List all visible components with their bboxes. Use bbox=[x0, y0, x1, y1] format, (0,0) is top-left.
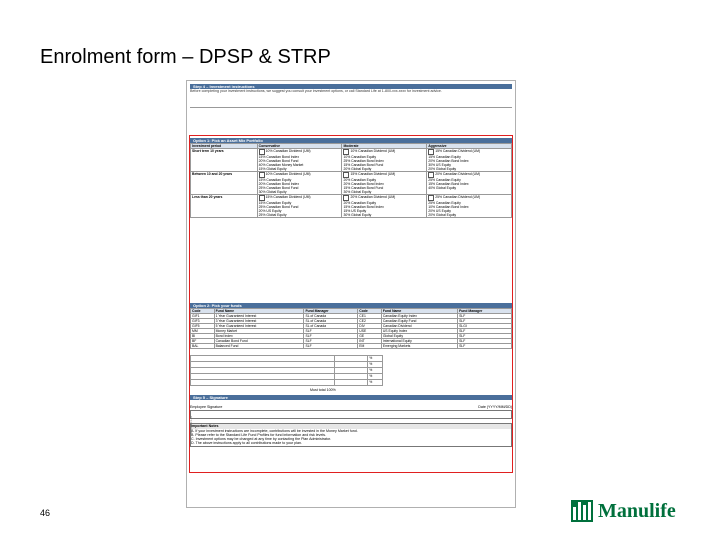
must-total-label: Must total 100% bbox=[310, 388, 336, 392]
manulife-logo: Manulife bbox=[571, 498, 689, 524]
fund-cell: SLF bbox=[303, 343, 359, 349]
option2-section: Option 2: Pick your funds Code Fund Name… bbox=[189, 303, 512, 392]
page-number: 46 bbox=[40, 508, 51, 518]
fund-cell: BAL bbox=[190, 343, 215, 349]
manulife-logo-icon bbox=[571, 500, 593, 522]
fund-row: BAL Balanced Fund SLF EM Emerging Markets SLF bbox=[190, 343, 512, 349]
portfolio-option-cell[interactable]: 20% Canadian Dividend (UM) 20% Canadian E… bbox=[341, 194, 428, 218]
allocation-line: 10% Canadian Dividend (UM) bbox=[265, 172, 311, 176]
asset-mix-table: Investment period Conservative Moderate … bbox=[190, 143, 512, 218]
allocation-line: 30% Global Equity bbox=[258, 190, 287, 194]
allocation-line: 15% Global Equity bbox=[258, 167, 287, 171]
note-d: D. The above instructions apply to all c… bbox=[191, 441, 303, 446]
option1-section: Option 1: Pick an Asset Mix Portfolio In… bbox=[190, 138, 512, 218]
portfolio-option-cell[interactable]: 10% Canadian Dividend (UM) 10% Canadian E… bbox=[341, 148, 428, 172]
portfolio-option-cell[interactable]: 25% Canadian Dividend (UM) 25% Canadian E… bbox=[426, 194, 512, 218]
step5-header: Step 5 – Signature bbox=[190, 395, 512, 400]
fund-cell: Emerging Markets bbox=[380, 343, 459, 349]
allocation-line: 10% Canadian Dividend (UM) bbox=[265, 149, 311, 153]
important-notes: Important Notes A. If your investment in… bbox=[190, 423, 512, 447]
period-label: Between 10 and 20 years bbox=[190, 171, 258, 195]
logo-text: Manulife bbox=[598, 499, 676, 522]
portfolio-option-cell[interactable]: 10% Canadian Dividend (UM) 15% Canadian B… bbox=[256, 148, 343, 172]
slide-title: Enrolment form – DPSP & STRP bbox=[40, 46, 331, 68]
fund-cell: Balanced Fund bbox=[213, 343, 305, 349]
fund-cell: EM bbox=[357, 343, 382, 349]
allocation-line: 20% Canadian Dividend (UM) bbox=[350, 195, 396, 199]
asset-mix-row: Less than 20 years 15% Canadian Dividend … bbox=[190, 194, 512, 218]
step4-blank-lines bbox=[190, 93, 512, 109]
portfolio-option-cell[interactable]: 15% Canadian Dividend (UM) 15% Canadian E… bbox=[256, 194, 343, 218]
allocation-line: 15% Canadian Dividend (UM) bbox=[265, 195, 311, 199]
fund-list-table: Code Fund Name Fund Manager Code Fund Na… bbox=[190, 308, 512, 349]
step4-section: Step 4 – Investment instructions Before … bbox=[190, 84, 512, 109]
period-label: Less than 20 years bbox=[190, 194, 258, 218]
portfolio-option-cell[interactable]: 15% Canadian Dividend (UM) 15% Canadian E… bbox=[426, 148, 512, 172]
allocation-line: 30% Global Equity bbox=[343, 190, 372, 194]
allocation-table: % % % % % bbox=[189, 355, 384, 386]
allocation-line: 25% Global Equity bbox=[258, 213, 287, 217]
enrolment-form-image: Step 4 – Investment instructions Before … bbox=[186, 80, 516, 508]
allocation-line: 15% Canadian Dividend (UM) bbox=[350, 172, 396, 176]
allocation-line: 20% Global Equity bbox=[428, 167, 457, 171]
allocation-line: 40% Global Equity bbox=[428, 186, 457, 190]
allocation-line: 25% Canadian Dividend (UM) bbox=[435, 195, 481, 199]
portfolio-option-cell[interactable]: 15% Canadian Dividend (UM) 20% Canadian E… bbox=[341, 171, 428, 195]
fund-cell: SLF bbox=[457, 343, 512, 349]
allocation-line: 15% Canadian Dividend (UM) bbox=[435, 149, 481, 153]
employee-signature-label: Employee Signature bbox=[190, 405, 223, 409]
allocation-line: 10% Canadian Dividend (UM) bbox=[350, 149, 396, 153]
asset-mix-row: Short term 10 years 10% Canadian Dividend… bbox=[190, 148, 512, 172]
asset-mix-row: Between 10 and 20 years 10% Canadian Divi… bbox=[190, 171, 512, 195]
period-label: Short term 10 years bbox=[190, 148, 258, 172]
step5-section: Step 5 – Signature Employee Signature Da… bbox=[190, 395, 512, 447]
allocation-line: 20% Global Equity bbox=[428, 213, 457, 217]
side-note: Standard Life bbox=[189, 416, 193, 434]
portfolio-option-cell[interactable]: 10% Canadian Dividend (UM) 15% Canadian E… bbox=[256, 171, 343, 195]
signature-box bbox=[190, 410, 512, 420]
allocation-line: 20% Global Equity bbox=[343, 167, 372, 171]
allocation-line: 20% Canadian Dividend (UM) bbox=[435, 172, 481, 176]
allocation-line: 30% Global Equity bbox=[343, 213, 372, 217]
portfolio-option-cell[interactable]: 20% Canadian Dividend (UM) 25% Canadian E… bbox=[426, 171, 512, 195]
date-label: Date (YYYY/MM/DD) bbox=[478, 405, 512, 409]
